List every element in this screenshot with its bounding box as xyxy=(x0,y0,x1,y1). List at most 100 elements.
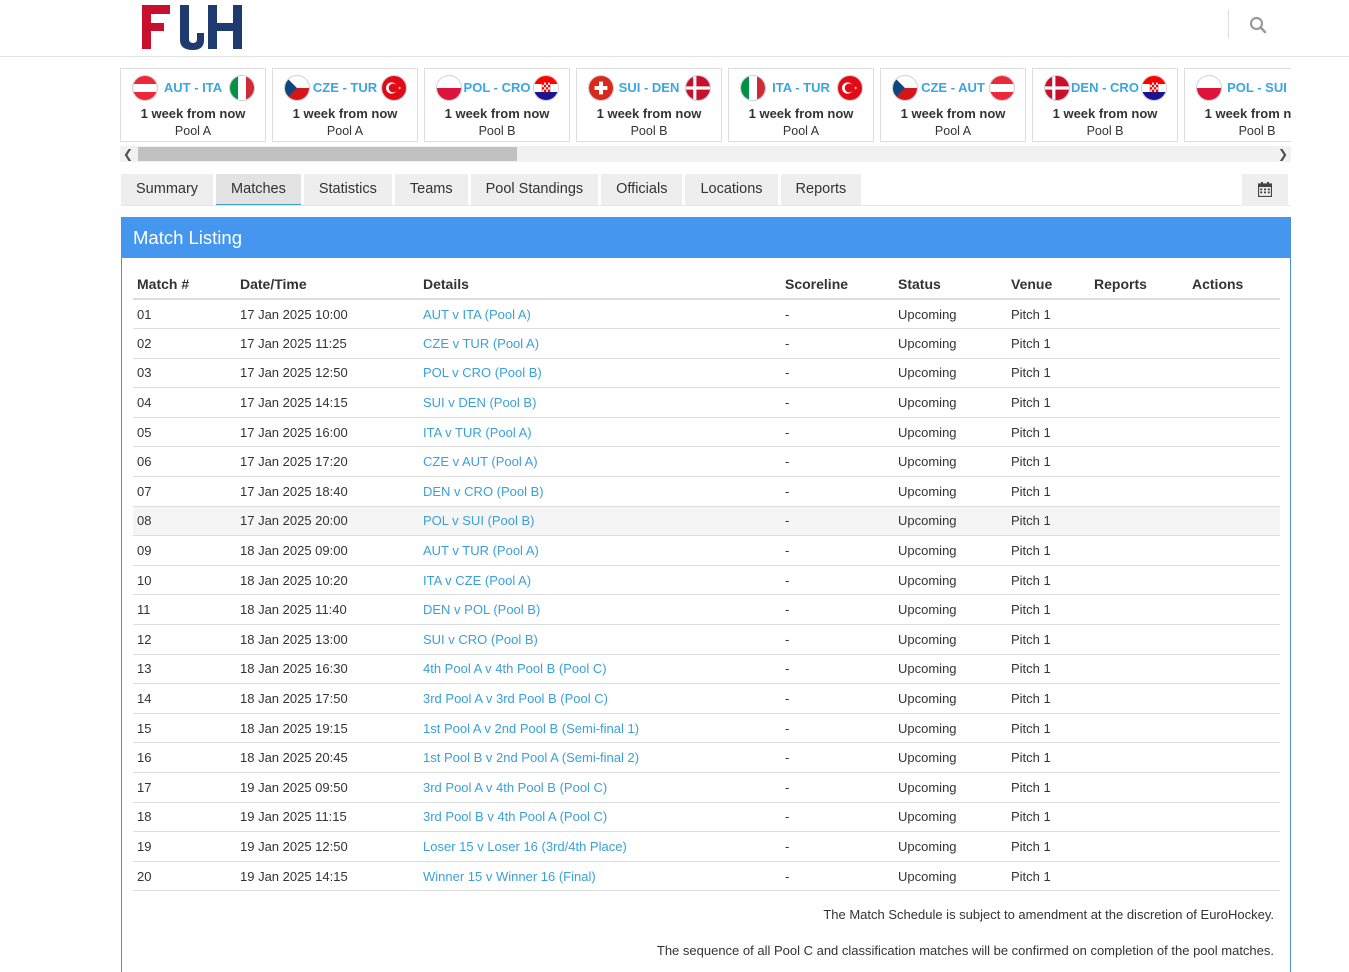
scrollbar-thumb[interactable] xyxy=(138,147,517,161)
schedule-amendment-note: The Match Schedule is subject to amendme… xyxy=(823,907,1274,922)
ticker-match-card[interactable]: CZE - TUR 1 week from now Pool A xyxy=(272,68,418,142)
match-datetime: 18 Jan 2025 10:20 xyxy=(236,565,419,596)
tab-pool-standings[interactable]: Pool Standings xyxy=(470,174,599,206)
match-scoreline: - xyxy=(781,713,894,744)
match-datetime: 18 Jan 2025 09:00 xyxy=(236,535,419,566)
match-details-link[interactable]: 1st Pool A v 2nd Pool B (Semi-final 1) xyxy=(423,721,639,736)
match-datetime: 17 Jan 2025 10:00 xyxy=(236,299,419,330)
match-details-link[interactable]: SUI v CRO (Pool B) xyxy=(423,632,538,647)
table-row[interactable]: 07 17 Jan 2025 18:40 DEN v CRO (Pool B) - Up… xyxy=(133,476,1280,507)
match-number: 04 xyxy=(133,387,236,418)
match-datetime: 17 Jan 2025 11:25 xyxy=(236,328,419,359)
ticker-match-card[interactable]: SUI - DEN 1 week from now Pool B xyxy=(576,68,722,142)
tab-reports[interactable]: Reports xyxy=(780,174,862,206)
match-details-link[interactable]: DEN v POL (Pool B) xyxy=(423,602,540,617)
match-actions xyxy=(1188,358,1280,389)
match-details-cell: 3rd Pool B v 4th Pool A (Pool C) xyxy=(419,802,781,833)
table-row[interactable]: 06 17 Jan 2025 17:20 CZE v AUT (Pool A) - Up… xyxy=(133,446,1280,478)
table-row[interactable]: 02 17 Jan 2025 11:25 CZE v TUR (Pool A) - Up… xyxy=(133,328,1280,359)
match-status: Upcoming xyxy=(894,358,1007,389)
card-when: 1 week from now xyxy=(748,106,854,121)
match-details-link[interactable]: Winner 15 v Winner 16 (Final) xyxy=(423,869,596,884)
match-status: Upcoming xyxy=(894,328,1007,359)
denmark-flag-icon xyxy=(685,75,711,101)
match-details-link[interactable]: 3rd Pool A v 4th Pool B (Pool C) xyxy=(423,780,607,795)
match-details-link[interactable]: 3rd Pool A v 3rd Pool B (Pool C) xyxy=(423,691,608,706)
table-row[interactable]: 14 18 Jan 2025 17:50 3rd Pool A v 3rd Pool… xyxy=(133,683,1280,714)
match-details-link[interactable]: POL v CRO (Pool B) xyxy=(423,365,542,380)
scroll-right-arrow-icon[interactable]: ❯ xyxy=(1275,146,1291,162)
match-details-link[interactable]: DEN v CRO (Pool B) xyxy=(423,484,544,499)
tab-teams[interactable]: Teams xyxy=(394,174,468,206)
match-details-link[interactable]: CZE v AUT (Pool A) xyxy=(423,454,538,469)
match-details-link[interactable]: AUT v TUR (Pool A) xyxy=(423,543,539,558)
match-number: 14 xyxy=(133,683,236,714)
table-row[interactable]: 15 18 Jan 2025 19:15 1st Pool A v 2nd Pool… xyxy=(133,713,1280,744)
match-details-link[interactable]: Loser 15 v Loser 16 (3rd/4th Place) xyxy=(423,839,627,854)
match-details-link[interactable]: 4th Pool A v 4th Pool B (Pool C) xyxy=(423,661,607,676)
match-details-link[interactable]: POL v SUI (Pool B) xyxy=(423,513,535,528)
ticker-match-card[interactable]: DEN - CRO 1 week from now Pool B xyxy=(1032,68,1178,142)
match-details-link[interactable]: 1st Pool B v 2nd Pool A (Semi-final 2) xyxy=(423,750,639,765)
match-datetime: 17 Jan 2025 20:00 xyxy=(236,506,419,537)
search-icon[interactable] xyxy=(1247,14,1269,36)
match-details-link[interactable]: CZE v TUR (Pool A) xyxy=(423,336,539,351)
match-venue: Pitch 1 xyxy=(1007,506,1090,537)
table-row[interactable]: 17 19 Jan 2025 09:50 3rd Pool A v 4th Pool… xyxy=(133,772,1280,803)
match-scoreline: - xyxy=(781,594,894,626)
table-row[interactable]: 08 17 Jan 2025 20:00 POL v SUI (Pool B) - Up… xyxy=(133,506,1280,537)
tab-locations[interactable]: Locations xyxy=(685,174,778,206)
match-number: 16 xyxy=(133,742,236,773)
ticker-match-card[interactable]: CZE - AUT 1 week from now Pool A xyxy=(880,68,1026,142)
table-row[interactable]: 01 17 Jan 2025 10:00 AUT v ITA (Pool A) - Up… xyxy=(133,299,1280,330)
card-pool: Pool B xyxy=(630,124,668,138)
tab-matches[interactable]: Matches xyxy=(216,174,301,206)
match-actions xyxy=(1188,565,1280,596)
tab-summary[interactable]: Summary xyxy=(121,174,214,206)
table-row[interactable]: 03 17 Jan 2025 12:50 POL v CRO (Pool B) - Up… xyxy=(133,358,1280,389)
table-row[interactable]: 11 18 Jan 2025 11:40 DEN v POL (Pool B) - Up… xyxy=(133,594,1280,626)
ticker-match-card[interactable]: POL - CRO 1 week from now Pool B xyxy=(424,68,570,142)
turkey-flag-icon xyxy=(837,75,863,101)
table-row[interactable]: 13 18 Jan 2025 16:30 4th Pool A v 4th Pool… xyxy=(133,654,1280,685)
match-actions xyxy=(1188,742,1280,773)
table-row[interactable]: 10 18 Jan 2025 10:20 ITA v CZE (Pool A) - Up… xyxy=(133,565,1280,596)
scroll-left-arrow-icon[interactable]: ❮ xyxy=(120,146,136,162)
ticker-match-card[interactable]: ITA - TUR 1 week from now Pool A xyxy=(728,68,874,142)
card-teams: CZE - TUR xyxy=(273,75,417,101)
ticker-match-card[interactable]: AUT - ITA 1 week from now Pool A xyxy=(120,68,266,142)
card-when: 1 week from now xyxy=(1052,106,1158,121)
match-number: 20 xyxy=(133,861,236,892)
tab-statistics[interactable]: Statistics xyxy=(303,174,392,206)
match-actions xyxy=(1188,683,1280,714)
match-actions xyxy=(1188,594,1280,626)
table-row[interactable]: 12 18 Jan 2025 13:00 SUI v CRO (Pool B) - Up… xyxy=(133,624,1280,655)
match-datetime: 18 Jan 2025 13:00 xyxy=(236,624,419,655)
match-details-link[interactable]: AUT v ITA (Pool A) xyxy=(423,307,531,322)
table-row[interactable]: 16 18 Jan 2025 20:45 1st Pool B v 2nd Pool… xyxy=(133,742,1280,773)
fih-logo[interactable] xyxy=(140,3,244,51)
match-scoreline: - xyxy=(781,446,894,478)
card-teams: SUI - DEN xyxy=(577,75,721,101)
table-row[interactable]: 20 19 Jan 2025 14:15 Winner 15 v Winner 16… xyxy=(133,861,1280,892)
tab-officials[interactable]: Officials xyxy=(601,174,683,206)
match-status: Upcoming xyxy=(894,299,1007,330)
calendar-button[interactable] xyxy=(1242,174,1288,206)
match-details-link[interactable]: SUI v DEN (Pool B) xyxy=(423,395,536,410)
table-row[interactable]: 19 19 Jan 2025 12:50 Loser 15 v Loser 16 (… xyxy=(133,831,1280,862)
match-number: 09 xyxy=(133,535,236,566)
table-row[interactable]: 05 17 Jan 2025 16:00 ITA v TUR (Pool A) - Up… xyxy=(133,417,1280,448)
table-row[interactable]: 04 17 Jan 2025 14:15 SUI v DEN (Pool B) - Up… xyxy=(133,387,1280,418)
match-details-link[interactable]: ITA v CZE (Pool A) xyxy=(423,573,531,588)
table-row[interactable]: 09 18 Jan 2025 09:00 AUT v TUR (Pool A) - Up… xyxy=(133,535,1280,566)
match-details-cell: Loser 15 v Loser 16 (3rd/4th Place) xyxy=(419,831,781,862)
table-row[interactable]: 18 19 Jan 2025 11:15 3rd Pool B v 4th Pool… xyxy=(133,802,1280,833)
match-venue: Pitch 1 xyxy=(1007,772,1090,803)
match-details-link[interactable]: ITA v TUR (Pool A) xyxy=(423,425,532,440)
match-scoreline: - xyxy=(781,624,894,655)
ticker-scrollbar[interactable]: ❮ ❯ xyxy=(120,146,1291,162)
match-datetime: 19 Jan 2025 11:15 xyxy=(236,802,419,833)
ticker-match-card[interactable]: POL - SUI 1 week from now Pool B xyxy=(1184,68,1291,142)
match-details-link[interactable]: 3rd Pool B v 4th Pool A (Pool C) xyxy=(423,809,607,824)
panel-title: Match Listing xyxy=(122,217,1290,258)
